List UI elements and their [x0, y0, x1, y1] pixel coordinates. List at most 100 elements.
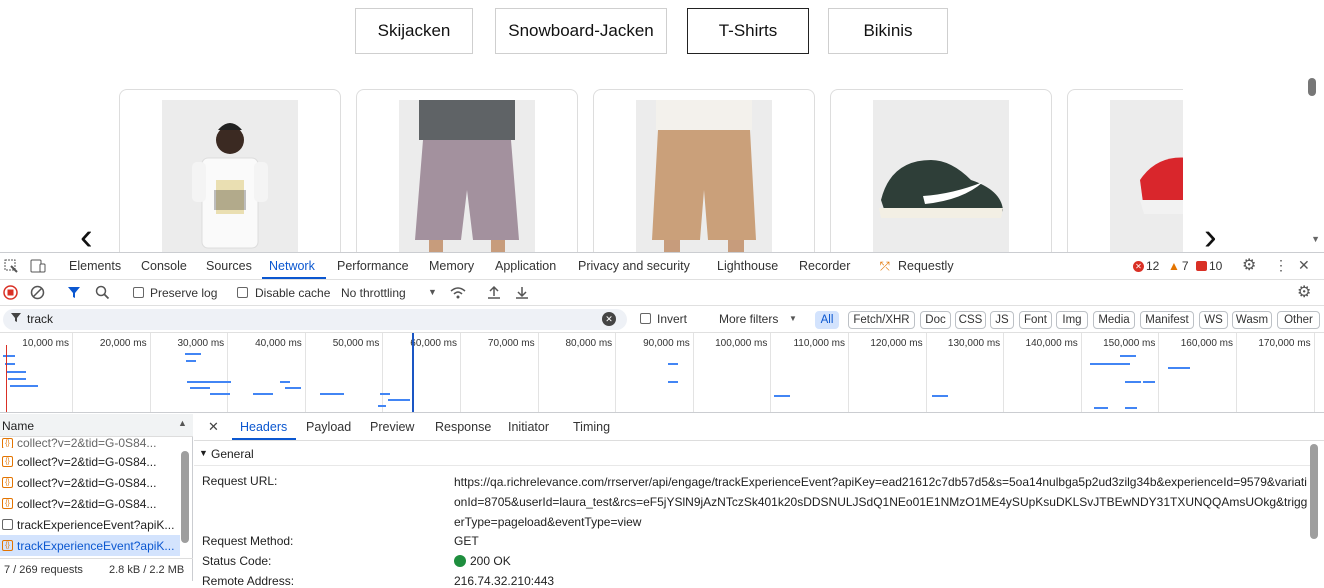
chevron-down-icon[interactable]: ▼ [428, 288, 437, 297]
more-filters-button[interactable]: More filters [719, 312, 778, 326]
invert-checkbox[interactable] [640, 313, 651, 324]
timeline-request-mark [210, 393, 230, 395]
type-filter-css[interactable]: CSS [955, 311, 986, 329]
list-item[interactable]: trackExperienceEvent?apiK... [0, 514, 180, 535]
network-overview-timeline[interactable]: 10,000 ms 20,000 ms 30,000 ms 40,000 ms 50,0… [0, 333, 1324, 413]
timeline-request-mark [668, 363, 678, 365]
name-column-header[interactable]: Name ▲ [0, 414, 193, 437]
list-item[interactable]: {} collect?v=2&tid=G-0S84... [0, 438, 180, 448]
close-devtools-icon[interactable]: ✕ [1298, 258, 1310, 272]
tab-application[interactable]: Application [495, 259, 556, 273]
list-item[interactable]: {} collect?v=2&tid=G-0S84... [0, 451, 180, 472]
more-filters-chevron-icon[interactable]: ▼ [789, 315, 797, 323]
product-card[interactable] [356, 89, 578, 252]
category-snowboard-jacken[interactable]: Snowboard-Jacken [495, 8, 667, 54]
product-card[interactable] [830, 89, 1052, 252]
inspect-element-icon[interactable] [4, 259, 18, 275]
list-item[interactable]: {} collect?v=2&tid=G-0S84... [0, 493, 180, 514]
type-filter-doc[interactable]: Doc [920, 311, 951, 329]
type-filter-manifest[interactable]: Manifest [1140, 311, 1194, 329]
issue-icon [1196, 261, 1207, 271]
network-settings-gear-icon[interactable]: ⚙ [1297, 285, 1311, 301]
preserve-log-checkbox[interactable] [133, 287, 144, 298]
filter-input[interactable]: track ✕ [3, 309, 627, 330]
error-count-badge[interactable]: ✕ 12 [1133, 259, 1159, 273]
list-item[interactable]: {} collect?v=2&tid=G-0S84... [0, 472, 180, 493]
type-filter-wasm[interactable]: Wasm [1232, 311, 1272, 329]
request-name: collect?v=2&tid=G-0S84... [17, 454, 157, 469]
timeline-tick-label: 60,000 ms [410, 338, 457, 349]
more-options-icon[interactable]: ⋮ [1274, 258, 1288, 272]
page-scrollbar[interactable] [1308, 78, 1316, 96]
tab-requestly[interactable]: Requestly [898, 259, 954, 273]
network-summary: 7 / 269 requests 2.8 kB / 2.2 MB [0, 558, 193, 581]
detail-scrollbar[interactable] [1310, 444, 1318, 539]
tab-performance[interactable]: Performance [337, 259, 409, 273]
timeline-tick-label: 40,000 ms [255, 338, 302, 349]
close-detail-icon[interactable]: ✕ [208, 419, 219, 435]
tab-sources[interactable]: Sources [206, 259, 252, 273]
type-filter-other[interactable]: Other [1277, 311, 1320, 329]
error-count: 12 [1146, 259, 1160, 273]
type-filter-img[interactable]: Img [1056, 311, 1088, 329]
tab-console[interactable]: Console [141, 259, 187, 273]
tab-elements[interactable]: Elements [69, 259, 121, 273]
category-bikinis[interactable]: Bikinis [828, 8, 948, 54]
timeline-request-mark [253, 393, 273, 395]
tab-preview[interactable]: Preview [370, 420, 414, 434]
type-filter-ws[interactable]: WS [1199, 311, 1228, 329]
tab-payload[interactable]: Payload [306, 420, 351, 434]
general-section-title: General [211, 447, 254, 461]
type-filter-all[interactable]: All [815, 311, 839, 329]
tab-initiator[interactable]: Initiator [508, 420, 549, 434]
tab-recorder[interactable]: Recorder [799, 259, 850, 273]
clear-icon[interactable] [30, 285, 45, 302]
settings-gear-icon[interactable]: ⚙ [1242, 258, 1256, 274]
tab-timing[interactable]: Timing [573, 420, 610, 434]
type-filter-fetch-xhr[interactable]: Fetch/XHR [848, 311, 915, 329]
tab-headers[interactable]: Headers [240, 420, 287, 434]
general-section-header[interactable]: ▼ General [194, 442, 1314, 466]
category-skijacken[interactable]: Skijacken [355, 8, 473, 54]
timeline-tick-label: 80,000 ms [565, 338, 613, 349]
web-page: Skijacken Snowboard-Jacken T-Shirts Biki… [0, 0, 1324, 252]
record-stop-icon[interactable] [3, 285, 18, 302]
type-filter-media[interactable]: Media [1093, 311, 1135, 329]
timeline-request-mark [3, 355, 15, 357]
warning-count: 7 [1181, 259, 1189, 273]
product-card[interactable] [593, 89, 815, 252]
invert-label: Invert [657, 312, 688, 326]
request-list-scrollbar[interactable] [181, 451, 189, 543]
timeline-gridline [925, 333, 927, 412]
search-icon[interactable] [95, 285, 110, 302]
import-har-icon[interactable] [487, 285, 501, 302]
expand-triangle-icon[interactable]: ▼ [199, 448, 208, 458]
tab-memory[interactable]: Memory [429, 259, 474, 273]
sort-arrow-icon[interactable]: ▲ [178, 418, 187, 428]
type-filter-font[interactable]: Font [1019, 311, 1052, 329]
throttling-select[interactable]: No throttling [341, 286, 406, 300]
timeline-cursor[interactable] [412, 333, 414, 412]
tab-response[interactable]: Response [435, 420, 491, 434]
clear-filter-icon[interactable]: ✕ [602, 312, 616, 326]
disable-cache-checkbox[interactable] [237, 287, 248, 298]
warning-count-badge[interactable]: ▲ 7 [1168, 259, 1189, 273]
carousel-prev-button[interactable]: ‹ [80, 218, 93, 252]
status-code-label: Status Code: [202, 554, 272, 568]
issue-count-badge[interactable]: 10 [1196, 259, 1222, 273]
document-icon [2, 519, 13, 530]
network-conditions-icon[interactable] [449, 286, 467, 302]
filter-icon[interactable] [67, 285, 83, 302]
scroll-down-icon[interactable]: ▼ [1311, 234, 1320, 244]
type-filter-js[interactable]: JS [990, 311, 1014, 329]
export-har-icon[interactable] [515, 285, 529, 302]
list-item-selected[interactable]: {} trackExperienceEvent?apiK... [0, 535, 180, 556]
timeline-tick-label: 30,000 ms [177, 338, 225, 349]
carousel-next-button[interactable]: › [1204, 218, 1217, 252]
device-toolbar-icon[interactable] [30, 259, 46, 275]
tab-network[interactable]: Network [269, 259, 315, 273]
category-t-shirts[interactable]: T-Shirts [687, 8, 809, 54]
product-card[interactable] [119, 89, 341, 252]
tab-lighthouse[interactable]: Lighthouse [717, 259, 778, 273]
tab-privacy-security[interactable]: Privacy and security [578, 259, 690, 273]
